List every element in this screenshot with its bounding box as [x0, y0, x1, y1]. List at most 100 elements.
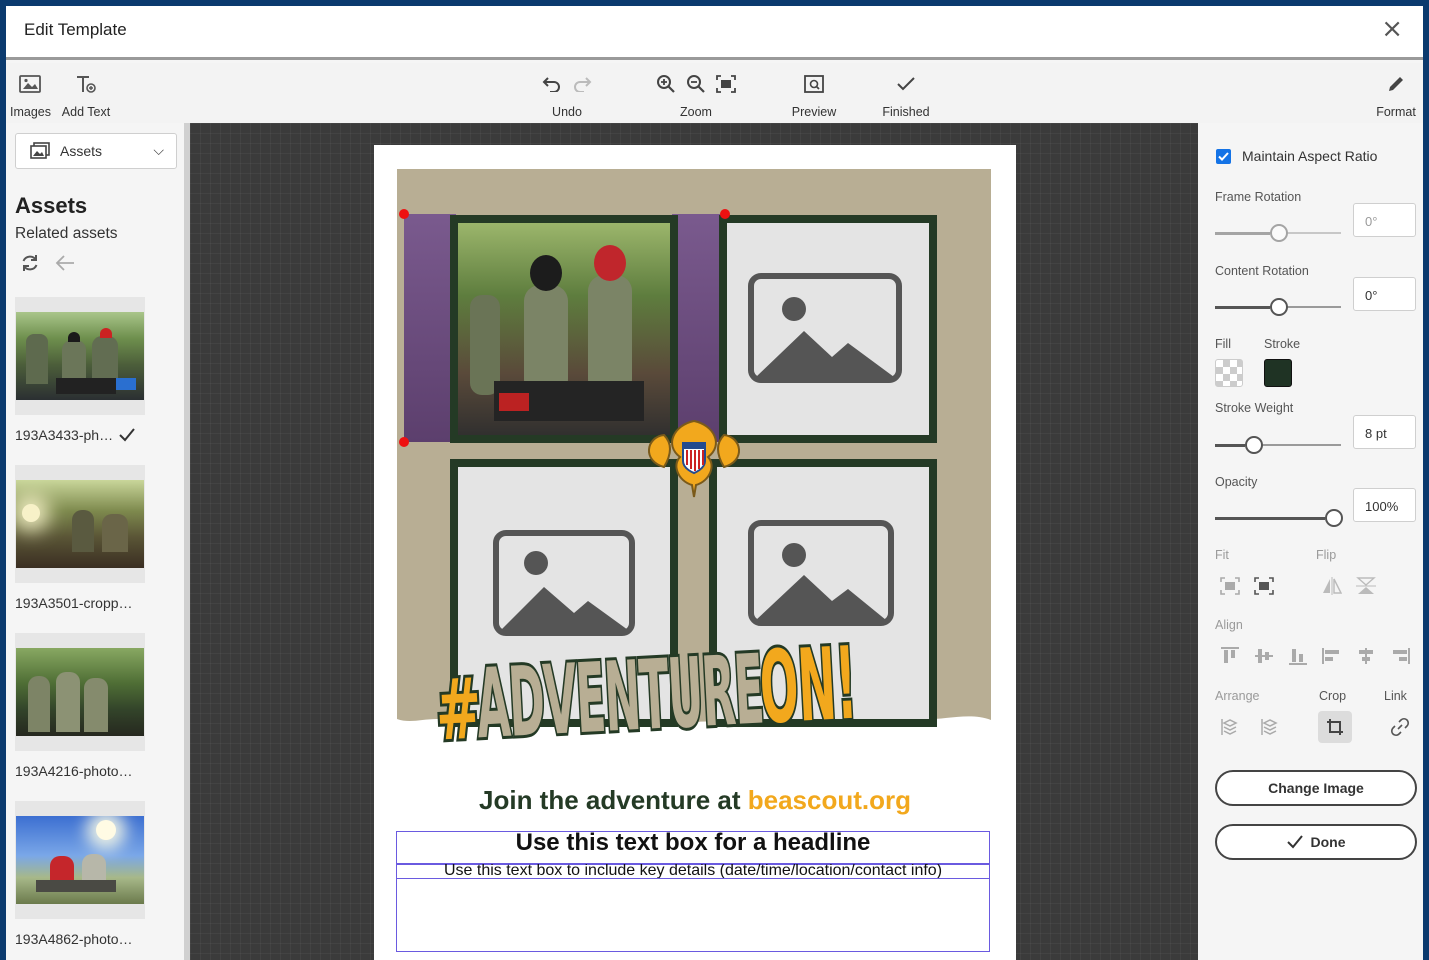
maintain-aspect-checkbox[interactable] [1216, 149, 1231, 164]
pencil-icon [1389, 77, 1403, 91]
tagline[interactable]: Join the adventure at beascout.org [374, 785, 1016, 816]
fit-screen-icon[interactable] [716, 75, 736, 93]
done-label: Done [1310, 834, 1346, 850]
frame-rotation-slider[interactable] [1215, 224, 1341, 242]
content-rotation-input[interactable]: 0° [1353, 277, 1416, 311]
title-bar: Edit Template × [6, 6, 1423, 60]
fit-controls [1220, 577, 1274, 595]
fill-frame-icon[interactable] [1254, 577, 1274, 595]
checkmark-icon [897, 77, 915, 91]
asset-name: 193A3433-ph… [15, 427, 145, 443]
zoom-in-icon[interactable] [656, 74, 676, 94]
align-left-icon[interactable] [1322, 647, 1342, 665]
align-bottom-icon[interactable] [1288, 647, 1308, 665]
edit-template-dialog: Edit Template × Images Add Text Undo Zoo [6, 6, 1423, 960]
tagline-prefix: Join the adventure at [479, 785, 748, 815]
details-text: Use this text box to include key details… [443, 863, 943, 879]
asset-thumbnail[interactable] [15, 297, 145, 415]
zoom-out-icon[interactable] [686, 74, 706, 94]
images-label: Images [10, 105, 51, 119]
tagline-link: beascout.org [747, 785, 911, 815]
body-text-box[interactable] [396, 878, 990, 952]
content-rotation-label: Content Rotation [1215, 264, 1309, 278]
undo-group: Undo [536, 69, 598, 119]
logo-adventure: ADVENTURE [472, 631, 768, 762]
asset-thumbnail[interactable] [15, 633, 145, 751]
image-frame-2[interactable] [719, 215, 937, 443]
stroke-weight-slider[interactable] [1215, 436, 1341, 454]
close-icon[interactable]: × [1381, 14, 1403, 44]
arrange-controls [1220, 717, 1280, 737]
stroke-weight-input[interactable]: 8 pt [1353, 415, 1416, 449]
format-button[interactable]: Format [1372, 69, 1420, 119]
flip-vertical-icon[interactable] [1356, 577, 1376, 595]
assets-heading: Assets [15, 193, 88, 218]
align-middle-icon[interactable] [1254, 647, 1274, 665]
chevron-down-icon: ⌵ [153, 142, 164, 158]
opacity-label: Opacity [1215, 475, 1258, 489]
add-text-button[interactable]: Add Text [60, 69, 112, 119]
headline-text: Use this text box for a headline [515, 829, 871, 856]
images-button[interactable]: Images [10, 69, 51, 119]
preview-icon [804, 75, 824, 93]
arrange-label: Arrange [1215, 689, 1260, 703]
asset-item[interactable]: 193A4862-photo… [15, 801, 145, 947]
design-canvas[interactable]: #ADVENTUREON! Join the adventure at beas… [184, 123, 1198, 960]
crop-icon [1327, 719, 1343, 735]
assets-icon [30, 142, 50, 159]
undo-icon[interactable] [542, 76, 562, 92]
assets-panel: Assets ⌵ Assets Related assets 193A3433-… [6, 123, 184, 960]
zoom-group: Zoom [650, 69, 742, 119]
finished-button[interactable]: Finished [878, 69, 934, 119]
zoom-label: Zoom [680, 105, 712, 119]
headline-text-box[interactable]: Use this text box for a headline [396, 831, 990, 865]
template-page[interactable]: #ADVENTUREON! Join the adventure at beas… [374, 145, 1016, 960]
frame-rotation-input[interactable]: 0° [1353, 203, 1416, 237]
asset-source-select[interactable]: Assets ⌵ [15, 133, 177, 169]
fill-label: Fill [1215, 337, 1231, 351]
opacity-input[interactable]: 100% [1353, 488, 1416, 522]
adventure-on-logo: #ADVENTUREON! [431, 619, 959, 796]
asset-thumbnail[interactable] [15, 801, 145, 919]
align-label: Align [1215, 618, 1243, 632]
preview-button[interactable]: Preview [788, 69, 840, 119]
asset-actions [20, 253, 76, 273]
done-button[interactable]: Done [1215, 824, 1417, 860]
fill-swatch[interactable] [1215, 359, 1243, 387]
align-right-icon[interactable] [1390, 647, 1410, 665]
change-image-button[interactable]: Change Image [1215, 770, 1417, 806]
asset-item[interactable]: 193A4216-photo… [15, 633, 145, 779]
link-label: Link [1384, 689, 1407, 703]
align-top-icon[interactable] [1220, 647, 1240, 665]
link-button[interactable] [1390, 717, 1410, 742]
flip-horizontal-icon[interactable] [1322, 577, 1342, 595]
change-image-label: Change Image [1268, 780, 1364, 796]
details-text-box[interactable]: Use this text box to include key details… [396, 863, 990, 879]
asset-source-label: Assets [60, 143, 103, 159]
bring-forward-icon[interactable] [1220, 717, 1240, 737]
flip-controls [1322, 577, 1376, 595]
send-backward-icon[interactable] [1260, 717, 1280, 737]
content-rotation-slider[interactable] [1215, 298, 1341, 316]
crop-button[interactable] [1318, 711, 1352, 743]
stroke-swatch[interactable] [1264, 359, 1292, 387]
asset-item[interactable]: 193A3501-cropp… [15, 465, 145, 611]
image-icon [19, 75, 41, 93]
dialog-title: Edit Template [24, 20, 127, 39]
asset-photo [16, 312, 144, 400]
refresh-icon[interactable] [20, 253, 40, 273]
opacity-slider[interactable] [1215, 509, 1343, 527]
asset-item[interactable]: 193A3433-ph… [15, 297, 145, 443]
align-center-icon[interactable] [1356, 647, 1376, 665]
asset-thumbnail[interactable] [15, 465, 145, 583]
redo-icon[interactable] [572, 76, 592, 92]
fit-label: Fit [1215, 548, 1229, 562]
asset-name: 193A4862-photo… [15, 931, 133, 947]
photo-overflow-left [404, 214, 456, 442]
checkmark-icon [119, 428, 135, 442]
asset-photo [16, 480, 144, 568]
undo-label: Undo [552, 105, 582, 119]
back-arrow-icon[interactable] [54, 253, 76, 273]
add-text-icon [77, 76, 96, 93]
fit-content-icon[interactable] [1220, 577, 1240, 595]
